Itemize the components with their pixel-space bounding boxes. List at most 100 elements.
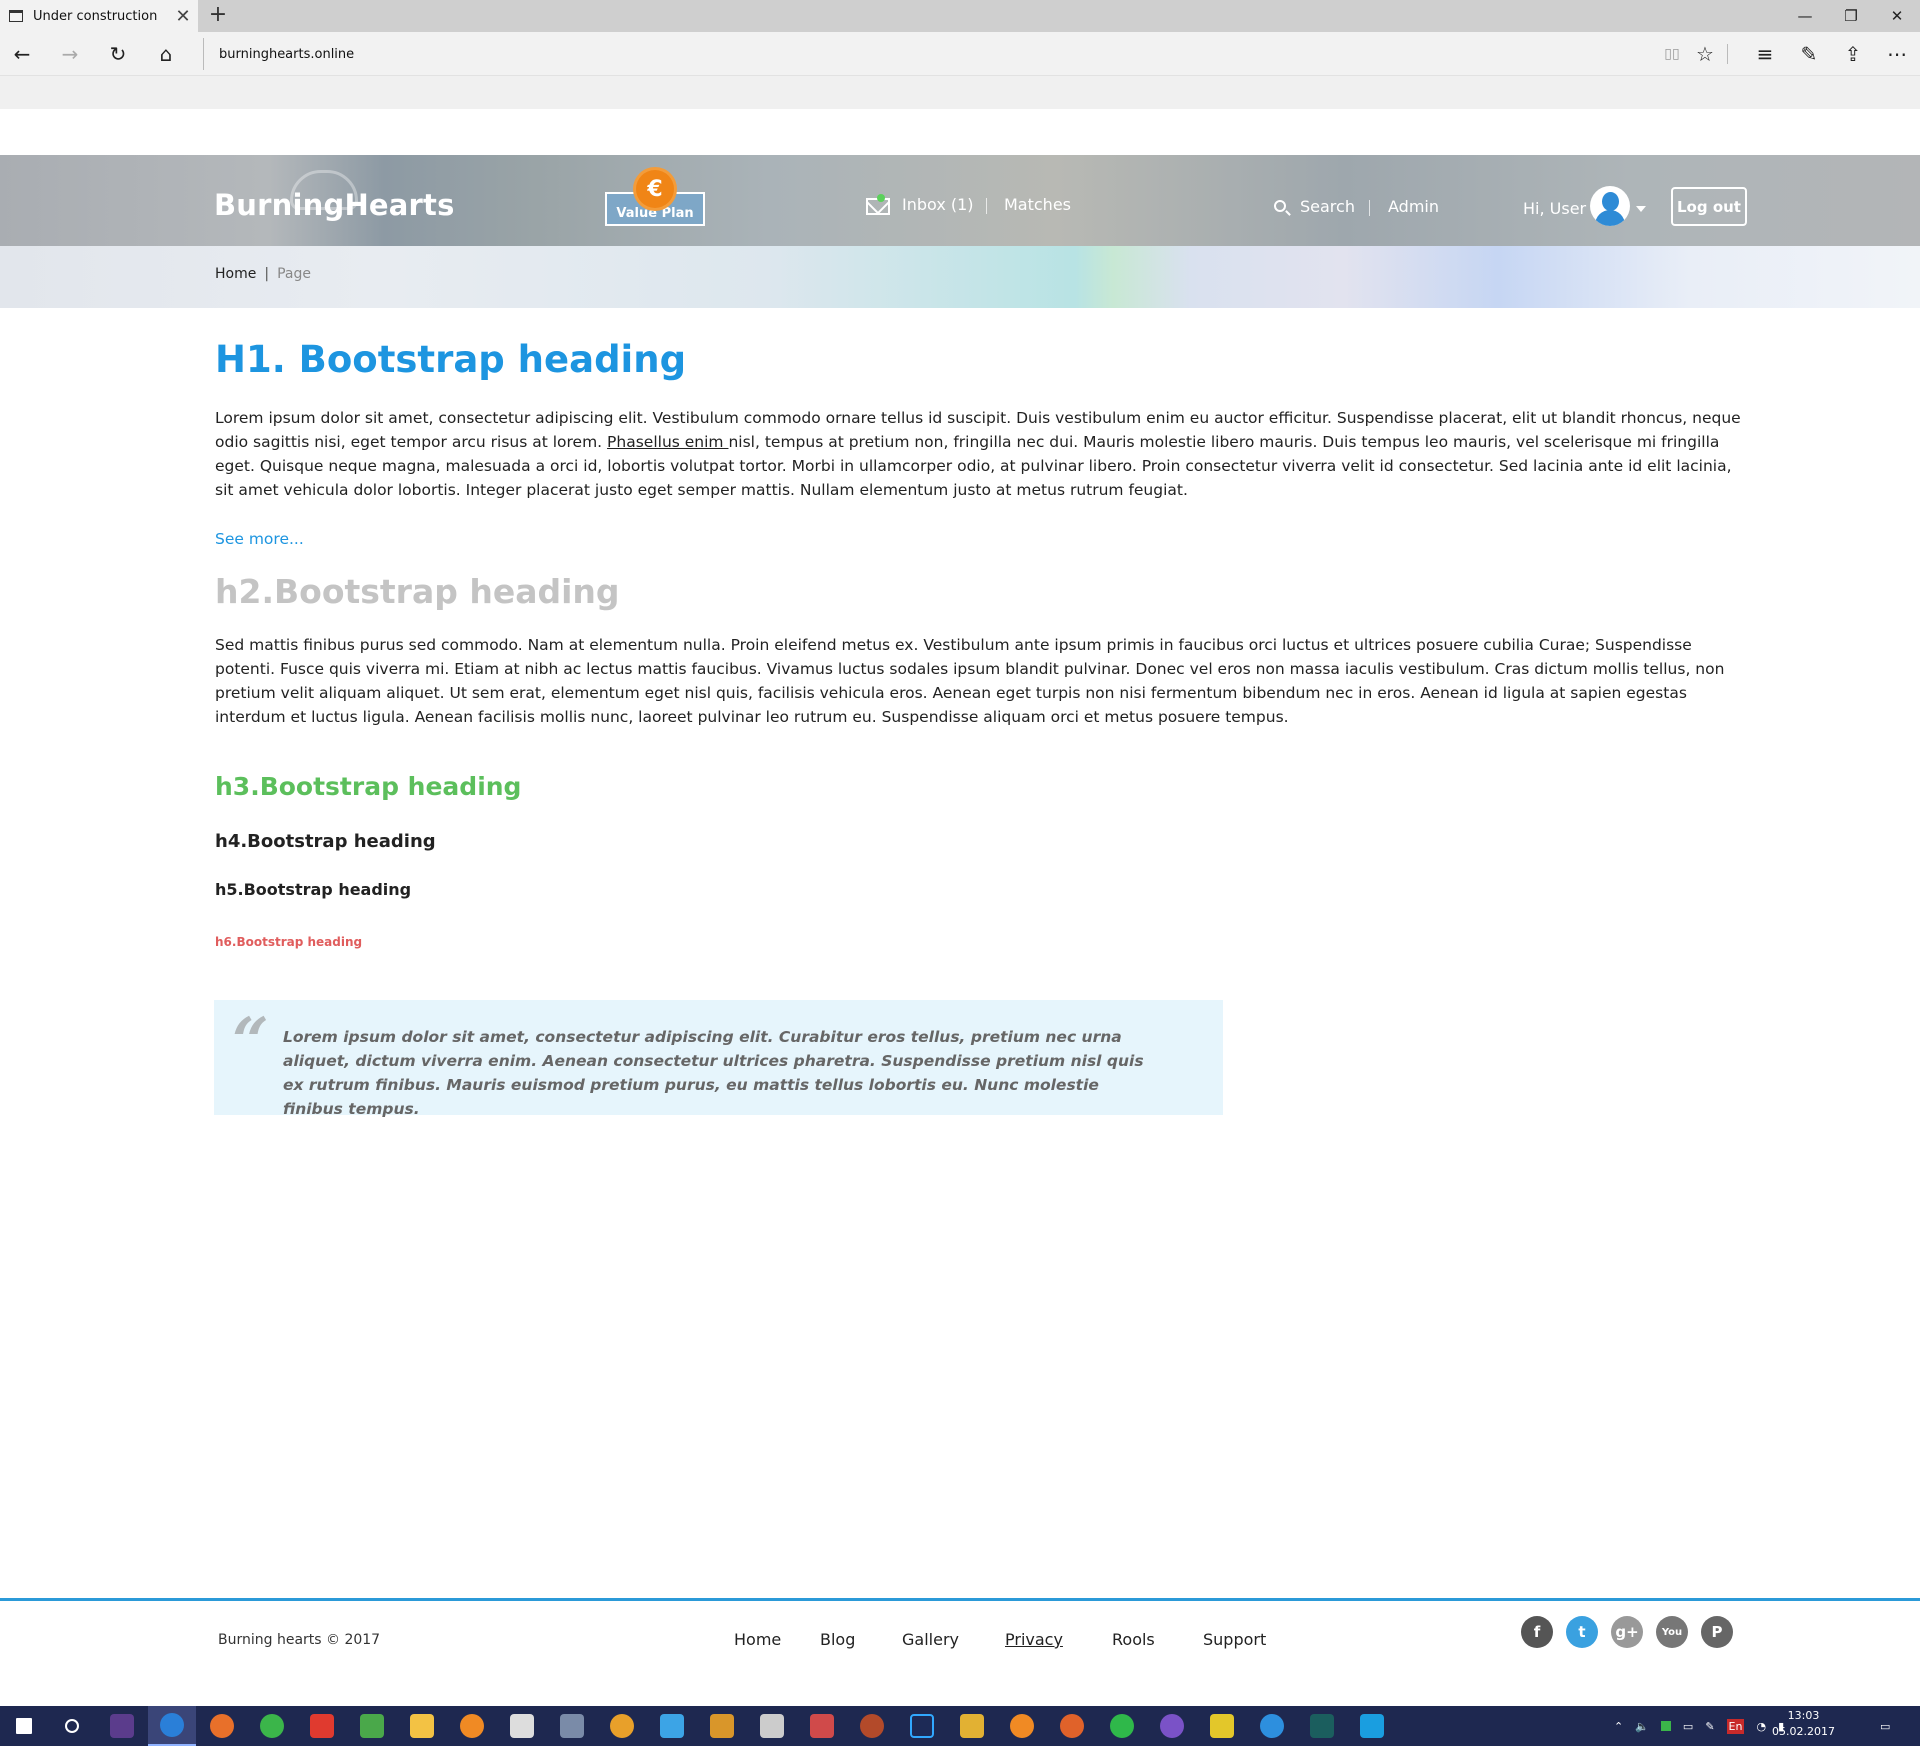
restore-button[interactable]: ❐: [1828, 0, 1874, 32]
footer-link-privacy[interactable]: Privacy: [1005, 1630, 1063, 1649]
browser-tab[interactable]: Under construction ✕: [0, 0, 198, 32]
system-tray: ⌃ 🔈 ▭ ✎ En ◔ ▮: [1614, 1706, 1784, 1746]
store-icon: [510, 1714, 534, 1738]
user-greeting: Hi, User: [1523, 199, 1587, 218]
search-link[interactable]: Search: [1300, 197, 1355, 216]
audition-icon: [1310, 1714, 1334, 1738]
close-tab-icon[interactable]: ✕: [168, 6, 198, 27]
see-more-link[interactable]: See more...: [215, 530, 304, 548]
taskbar-app[interactable]: [798, 1706, 846, 1746]
value-plan-label: Value Plan: [616, 206, 694, 221]
chevron-down-icon[interactable]: [1636, 206, 1646, 212]
taskbar-app[interactable]: [598, 1706, 646, 1746]
twitter-icon[interactable]: t: [1566, 1616, 1598, 1648]
toolbar-divider: [1727, 44, 1728, 64]
taskbar-app[interactable]: [298, 1706, 346, 1746]
taskbar-search[interactable]: [48, 1706, 96, 1746]
forward-button[interactable]: →: [53, 38, 87, 70]
admin-link[interactable]: Admin: [1388, 197, 1439, 216]
taskbar-app[interactable]: [498, 1706, 546, 1746]
notifications-button[interactable]: ▭: [1880, 1706, 1890, 1746]
url-field[interactable]: burninghearts.online: [203, 38, 1643, 70]
share-icon[interactable]: ⇪: [1836, 38, 1870, 70]
language-indicator[interactable]: En: [1726, 1718, 1745, 1734]
network-icon[interactable]: ▭: [1683, 1720, 1693, 1733]
app-icon: [810, 1714, 834, 1738]
taskbar-app[interactable]: [1098, 1706, 1146, 1746]
taskbar-app[interactable]: [998, 1706, 1046, 1746]
taskbar-app[interactable]: [848, 1706, 896, 1746]
start-button[interactable]: [0, 1706, 48, 1746]
taskbar-edge[interactable]: [148, 1706, 196, 1746]
matches-link[interactable]: Matches: [1004, 195, 1071, 214]
taskbar-app[interactable]: [198, 1706, 246, 1746]
tray-app-icon[interactable]: ◔: [1756, 1720, 1766, 1733]
user-avatar[interactable]: [1590, 186, 1630, 226]
taskbar-app[interactable]: [1298, 1706, 1346, 1746]
footer-link-support[interactable]: Support: [1203, 1630, 1266, 1649]
taskbar-app[interactable]: [1248, 1706, 1296, 1746]
taskbar-clock[interactable]: 13:03 05.02.2017: [1772, 1708, 1835, 1740]
more-icon[interactable]: ⋯: [1880, 38, 1914, 70]
taskbar-app[interactable]: [1048, 1706, 1096, 1746]
reading-view-icon[interactable]: ▯▯: [1655, 38, 1689, 70]
home-button[interactable]: ⌂: [149, 38, 183, 70]
footer-link-gallery[interactable]: Gallery: [902, 1630, 959, 1649]
logout-button[interactable]: Log out: [1671, 187, 1747, 226]
taskbar-app[interactable]: [648, 1706, 696, 1746]
chevron-up-icon[interactable]: ⌃: [1614, 1720, 1623, 1733]
pinterest-icon[interactable]: P: [1701, 1616, 1733, 1648]
taskbar-app[interactable]: [348, 1706, 396, 1746]
footer-link-rools[interactable]: Rools: [1112, 1630, 1155, 1649]
taskbar-app[interactable]: [898, 1706, 946, 1746]
nav-divider: [986, 198, 987, 214]
back-button[interactable]: ←: [5, 38, 39, 70]
hub-icon[interactable]: ≡: [1748, 38, 1782, 70]
taskbar-app[interactable]: [98, 1706, 146, 1746]
breadcrumb-home[interactable]: Home: [215, 266, 256, 282]
taskbar-app[interactable]: [748, 1706, 796, 1746]
app-icon: [760, 1714, 784, 1738]
notification-icon: ▭: [1880, 1719, 1891, 1733]
app-icon: [1010, 1714, 1034, 1738]
facebook-icon[interactable]: f: [1521, 1616, 1553, 1648]
web-note-icon[interactable]: ✎: [1792, 38, 1826, 70]
volume-icon[interactable]: 🔈: [1635, 1720, 1649, 1733]
inline-link[interactable]: Phasellus enim: [607, 433, 728, 451]
taskbar-app[interactable]: [398, 1706, 446, 1746]
paragraph-2: Sed mattis finibus purus sed commodo. Na…: [215, 636, 1725, 726]
unread-indicator-dot: [877, 194, 885, 202]
favorite-star-icon[interactable]: ☆: [1688, 38, 1722, 70]
search-icon[interactable]: [1274, 200, 1286, 212]
app-icon: [710, 1714, 734, 1738]
minimize-button[interactable]: —: [1782, 0, 1828, 32]
page-top-spacer: [0, 109, 1920, 155]
taskbar-app[interactable]: [948, 1706, 996, 1746]
ie-icon: [1260, 1714, 1284, 1738]
tray-app-icon[interactable]: [1660, 1721, 1671, 1731]
app-icon: [1060, 1714, 1084, 1738]
taskbar-app[interactable]: [1348, 1706, 1396, 1746]
pen-icon[interactable]: ✎: [1705, 1720, 1714, 1733]
breadcrumb-separator: |: [264, 266, 270, 282]
taskbar-app[interactable]: [248, 1706, 296, 1746]
taskbar-app[interactable]: [698, 1706, 746, 1746]
inbox-link[interactable]: Inbox (1): [902, 195, 974, 214]
footer-link-blog[interactable]: Blog: [820, 1630, 855, 1649]
site-logo[interactable]: BurningHearts: [214, 188, 455, 222]
close-window-button[interactable]: ✕: [1874, 0, 1920, 32]
youtube-icon[interactable]: You: [1656, 1616, 1688, 1648]
heading-h6: h6.Bootstrap heading: [215, 935, 363, 949]
tab-title: Under construction: [33, 8, 158, 24]
google-plus-icon[interactable]: g+: [1611, 1616, 1643, 1648]
refresh-button[interactable]: ↻: [101, 38, 135, 70]
taskbar-app[interactable]: [1148, 1706, 1196, 1746]
new-tab-button[interactable]: +: [206, 2, 230, 27]
app-icon: [660, 1714, 684, 1738]
app-icon: [460, 1714, 484, 1738]
taskbar-app[interactable]: [548, 1706, 596, 1746]
footer-link-home[interactable]: Home: [734, 1630, 781, 1649]
taskbar-app[interactable]: [448, 1706, 496, 1746]
taskbar-app[interactable]: [1198, 1706, 1246, 1746]
app-icon: [560, 1714, 584, 1738]
